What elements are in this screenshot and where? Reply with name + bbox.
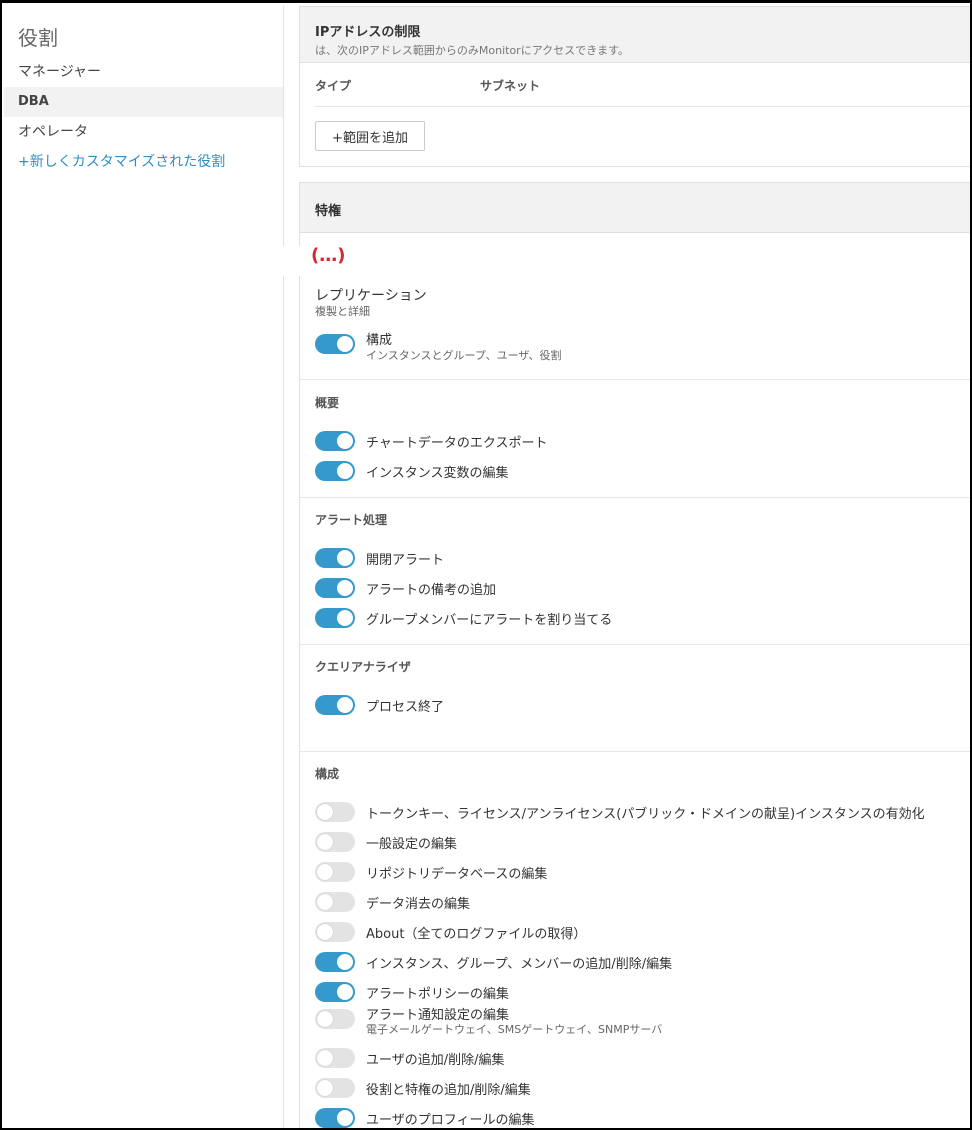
token-key-toggle[interactable] <box>315 802 355 822</box>
replication-section: レプリケーション 複製と詳細 構成 インスタンスとグループ、ユーザ、役割 <box>300 276 970 380</box>
add-range-button[interactable]: +範囲を追加 <box>315 121 425 151</box>
edit-variables-toggle[interactable] <box>315 461 355 481</box>
instances-edit-toggle[interactable] <box>315 952 355 972</box>
alert-notification-toggle[interactable] <box>315 1009 355 1029</box>
toggle-label: アラートの備考の追加 <box>366 583 497 598</box>
toggle-label: About（全てのログファイルの取得） <box>366 927 587 942</box>
alerts-title: アラート処理 <box>315 513 388 527</box>
toggle-label: トークンキー、ライセンス/アンライセンス(パブリック・ドメインの献呈)インスタン… <box>366 807 925 822</box>
config-toggle-label: 構成 <box>366 333 393 348</box>
sidebar-title: 役割 <box>18 26 58 50</box>
toggle-label: ユーザのプロフィールの編集 <box>366 1113 535 1128</box>
replication-title: レプリケーション <box>315 288 427 304</box>
roles-edit-toggle[interactable] <box>315 1078 355 1098</box>
window-frame: 役割 マネージャー DBA オペレータ +新しくカスタマイズされた役割 IPアド… <box>0 0 972 1130</box>
alerts-section: アラート処理 開閉アラート アラートの備考の追加 グループメンバーにアラートを割… <box>300 498 970 645</box>
column-subnet: サブネット <box>480 79 541 93</box>
omitted-content-gap <box>279 246 970 276</box>
add-custom-role-link[interactable]: +新しくカスタマイズされた役割 <box>4 147 283 177</box>
toggle-label: データ消去の編集 <box>366 897 471 912</box>
omitted-content-marker: (…) <box>311 245 346 266</box>
about-logs-toggle[interactable] <box>315 922 355 942</box>
configuration-section: 構成 トークンキー、ライセンス/アンライセンス(パブリック・ドメインの献呈)イン… <box>300 752 970 1128</box>
toggle-label: インスタンス、グループ、メンバーの追加/削除/編集 <box>366 957 673 972</box>
replication-subtitle: 複製と詳細 <box>315 305 370 318</box>
roles-sidebar: 役割 マネージャー DBA オペレータ +新しくカスタマイズされた役割 <box>4 6 284 1128</box>
alert-notes-toggle[interactable] <box>315 578 355 598</box>
user-profile-toggle[interactable] <box>315 1108 355 1128</box>
ip-restriction-subtitle: は、次のIPアドレス範囲からのみMonitorにアクセスできます。 <box>315 44 630 57</box>
general-settings-toggle[interactable] <box>315 832 355 852</box>
role-item-operator[interactable]: オペレータ <box>4 117 283 147</box>
open-close-alerts-toggle[interactable] <box>315 548 355 568</box>
column-type: タイプ <box>315 79 352 93</box>
toggle-label: 開閉アラート <box>366 553 445 568</box>
data-purge-toggle[interactable] <box>315 892 355 912</box>
toggle-label: インスタンス変数の編集 <box>366 466 509 481</box>
ip-restriction-title: IPアドレスの制限 <box>315 25 421 40</box>
main-content: IPアドレスの制限 は、次のIPアドレス範囲からのみMonitorにアクセスでき… <box>279 6 970 1128</box>
configuration-title: 構成 <box>315 767 340 781</box>
kill-process-toggle[interactable] <box>315 695 355 715</box>
alert-policy-toggle[interactable] <box>315 982 355 1002</box>
toggle-label: プロセス終了 <box>366 700 445 715</box>
query-analyzer-title: クエリアナライザ <box>315 660 411 674</box>
ip-restriction-body: タイプ サブネット +範囲を追加 <box>299 63 970 167</box>
toggle-label: 役割と特権の追加/削除/編集 <box>366 1083 531 1098</box>
overview-title: 概要 <box>315 396 340 410</box>
query-analyzer-section: クエリアナライザ プロセス終了 <box>300 645 970 752</box>
role-item-manager[interactable]: マネージャー <box>4 57 283 87</box>
toggle-label: チャートデータのエクスポート <box>366 436 548 451</box>
ip-table-header: タイプ サブネット <box>315 77 970 107</box>
export-chart-toggle[interactable] <box>315 431 355 451</box>
toggle-label: グループメンバーにアラートを割り当てる <box>366 613 613 628</box>
config-toggle-sub: インスタンスとグループ、ユーザ、役割 <box>366 349 562 362</box>
config-toggle[interactable] <box>315 334 355 354</box>
privileges-body: レプリケーション 複製と詳細 構成 インスタンスとグループ、ユーザ、役割 概要 … <box>299 233 970 1128</box>
toggle-label: 一般設定の編集 <box>366 837 458 852</box>
repository-db-toggle[interactable] <box>315 862 355 882</box>
users-edit-toggle[interactable] <box>315 1048 355 1068</box>
toggle-label: ユーザの追加/削除/編集 <box>366 1053 505 1068</box>
role-item-dba[interactable]: DBA <box>4 87 283 117</box>
toggle-label: アラートポリシーの編集 <box>366 987 510 1002</box>
toggle-sub: 電子メールゲートウェイ、SMSゲートウェイ、SNMPサーバ <box>366 1023 663 1036</box>
overview-section: 概要 チャートデータのエクスポート インスタンス変数の編集 <box>300 381 970 498</box>
assign-alerts-toggle[interactable] <box>315 608 355 628</box>
privileges-header: 特権 <box>299 182 970 233</box>
toggle-label: リポジトリデータベースの編集 <box>366 867 548 882</box>
ip-restriction-header: IPアドレスの制限 は、次のIPアドレス範囲からのみMonitorにアクセスでき… <box>299 6 970 63</box>
